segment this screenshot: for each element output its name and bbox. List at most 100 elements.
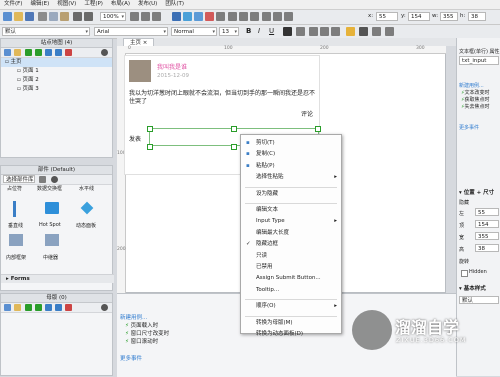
top-input[interactable]: 154 — [475, 220, 499, 228]
widget-horizontal-line[interactable]: 水平线 — [79, 185, 94, 192]
widget-name-input[interactable]: txt_input — [459, 56, 499, 65]
style-select[interactable]: 默认 ▾ — [2, 27, 90, 36]
event-item[interactable]: ⚡ 窗口滚动时 — [125, 338, 169, 346]
menu-file[interactable]: 文件(F) — [0, 0, 26, 9]
move-down-icon[interactable] — [35, 304, 42, 311]
event-item[interactable]: ⚡文本改变时 — [461, 90, 490, 97]
context-menu-item[interactable]: 已禁用 — [241, 263, 341, 272]
sitemap-item-home[interactable]: ▫ 主页 — [1, 58, 112, 67]
left-input[interactable]: 55 — [475, 208, 499, 216]
group-icon[interactable] — [273, 12, 282, 21]
add-folder-icon[interactable] — [14, 49, 21, 56]
add-master-folder-icon[interactable] — [14, 304, 21, 311]
context-menu-item[interactable]: 编辑文本 — [241, 206, 341, 215]
context-menu-item[interactable]: 选择性粘贴 ▸ — [241, 173, 341, 182]
save-icon[interactable] — [25, 12, 34, 21]
pointer-icon[interactable] — [130, 12, 139, 21]
bold-button[interactable]: B — [246, 27, 251, 35]
border-style-icon[interactable] — [385, 27, 394, 36]
resize-handle[interactable] — [315, 126, 321, 132]
copy-toolbar-icon[interactable] — [49, 12, 58, 21]
text-align-center-icon[interactable] — [320, 27, 329, 36]
connector-icon[interactable] — [141, 12, 150, 21]
context-menu-item[interactable]: 只读 — [241, 252, 341, 261]
zoom-select[interactable]: 100% ▾ — [100, 12, 126, 21]
widget-placeholder[interactable]: 占位符 — [7, 185, 22, 192]
widget-vertical-line[interactable]: 垂直线 — [8, 222, 23, 229]
more-events-link[interactable]: 更多事件 — [459, 124, 479, 131]
x-input[interactable]: 55 — [376, 12, 398, 21]
menu-layout[interactable]: 布局(A) — [107, 0, 134, 9]
undo-icon[interactable] — [73, 12, 82, 21]
weight-select[interactable]: Normal ▾ — [171, 27, 217, 36]
crop-icon[interactable] — [152, 12, 161, 21]
resize-handle[interactable] — [147, 126, 153, 132]
move-up-icon[interactable] — [25, 304, 32, 311]
move-down-icon[interactable] — [35, 49, 42, 56]
height-input[interactable]: 38 — [475, 244, 499, 252]
forms-section-header[interactable]: ▸ Forms — [1, 274, 114, 283]
fill-color-icon[interactable] — [346, 27, 355, 36]
font-select[interactable]: Arial ▾ — [94, 27, 168, 36]
resize-handle[interactable] — [231, 126, 237, 132]
add-page-icon[interactable] — [4, 49, 11, 56]
w-input[interactable]: 355 — [440, 12, 458, 21]
underline-button[interactable]: U — [269, 27, 274, 35]
hidden-checkbox[interactable] — [461, 270, 468, 277]
outdent-icon[interactable] — [55, 304, 62, 311]
text-align-right-icon[interactable] — [331, 27, 340, 36]
context-menu-item[interactable]: ▪ 剪切(T) — [241, 139, 341, 148]
new-case-link[interactable]: 新建用例... — [120, 313, 147, 321]
menu-project[interactable]: 工程(P) — [80, 0, 107, 9]
move-up-icon[interactable] — [25, 49, 32, 56]
widget-repeater[interactable]: 中继器 — [43, 254, 58, 261]
delete-master-icon[interactable] — [65, 304, 72, 311]
settings-icon[interactable] — [216, 12, 225, 21]
new-file-icon[interactable] — [3, 12, 12, 21]
width-input[interactable]: 355 — [475, 232, 499, 240]
font-size-select[interactable]: 13 ▾ — [219, 27, 239, 36]
position-section-header[interactable]: ▾ 位置 + 尺寸 — [459, 188, 494, 196]
indent-icon[interactable] — [45, 304, 52, 311]
context-menu-item[interactable]: 转换为母版(M) — [241, 319, 341, 328]
context-menu-item[interactable]: 设为隐藏 — [241, 190, 341, 199]
resize-handle[interactable] — [231, 144, 237, 150]
context-menu-item[interactable]: Input Type ▸ — [241, 217, 341, 226]
delete-page-icon[interactable] — [65, 49, 72, 56]
menu-view[interactable]: 视图(V) — [53, 0, 80, 9]
ungroup-icon[interactable] — [284, 12, 293, 21]
border-width-icon[interactable] — [372, 27, 381, 36]
event-item[interactable]: ⚡ 窗口尺寸改变时 — [125, 330, 169, 338]
event-item[interactable]: ⚡ 页面载入时 — [125, 322, 169, 330]
widget-data-exchange[interactable]: 数据交换框 — [37, 185, 62, 192]
context-menu-item[interactable]: 转换为动态面板(D) — [241, 330, 341, 339]
new-case-link[interactable]: 新建用例... — [459, 82, 484, 89]
context-menu-item[interactable]: Assign Submit Button... — [241, 274, 341, 283]
more-events-link[interactable]: 更多事件 — [120, 354, 142, 362]
y-input[interactable]: 154 — [408, 12, 430, 21]
context-menu-item[interactable]: ▪ 复制(C) — [241, 150, 341, 159]
menu-team[interactable]: 团队(T) — [161, 0, 188, 9]
context-menu-item[interactable]: ▪ 粘贴(P) — [241, 162, 341, 171]
search-icon[interactable] — [101, 49, 108, 56]
menu-icon[interactable] — [39, 176, 46, 183]
search-icon[interactable] — [101, 304, 108, 311]
distribute-icon[interactable] — [262, 12, 271, 21]
preview-icon[interactable] — [183, 12, 192, 21]
context-menu-item[interactable]: 编辑最大长度 — [241, 229, 341, 238]
event-item[interactable]: ⚡获取焦点时 — [461, 97, 490, 104]
context-menu-item[interactable]: 顺序(O) ▸ — [241, 302, 341, 311]
context-menu-item[interactable]: Tooltip... — [241, 286, 341, 295]
widget-dynamic-panel[interactable]: 动态面板 — [76, 222, 96, 229]
widget-inline-frame[interactable]: 内部框架 — [6, 254, 26, 261]
search-icon[interactable] — [51, 176, 58, 183]
sitemap-item-page2[interactable]: ▫ 页面 2 — [1, 76, 112, 85]
border-color-icon[interactable] — [359, 27, 368, 36]
indent-icon[interactable] — [45, 49, 52, 56]
library-select[interactable]: 选择部件库 — [3, 175, 35, 183]
context-menu-item[interactable]: ✓ 隐藏边框 — [241, 240, 341, 249]
text-align-left-icon[interactable] — [309, 27, 318, 36]
widget-hotspot[interactable]: Hot Spot — [39, 222, 61, 228]
menu-edit[interactable]: 编辑(E) — [26, 0, 53, 9]
menu-publish[interactable]: 发布(U) — [134, 0, 161, 9]
